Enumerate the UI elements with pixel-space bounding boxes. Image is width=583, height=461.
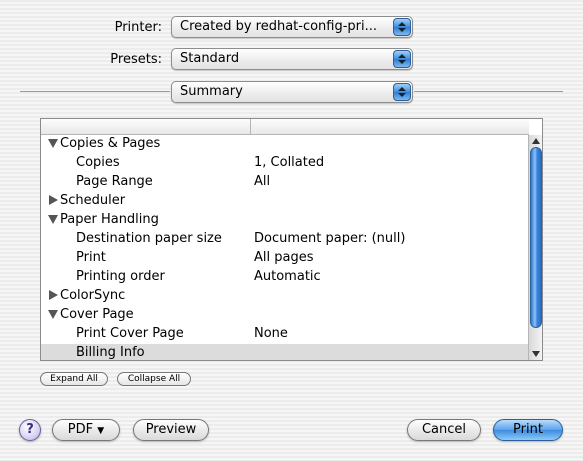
preview-button[interactable]: Preview	[133, 419, 209, 441]
outline-item-row[interactable]: Print Cover Page None	[41, 325, 529, 344]
collapse-all-button[interactable]: Collapse All	[117, 372, 191, 386]
help-button[interactable]: ?	[19, 419, 41, 441]
outline-item-row[interactable]: Print All pages	[41, 249, 529, 268]
pdf-menu-arrow-icon: ▼	[97, 426, 105, 436]
panel-popup[interactable]: Summary	[171, 81, 413, 103]
outline-setting-value: 1, Collated	[254, 155, 325, 170]
outline-setting-label: Destination paper size	[76, 231, 222, 246]
outline-item-row[interactable]: Printing order Automatic	[41, 268, 529, 287]
pdf-button[interactable]: PDF ▼	[52, 419, 120, 441]
printer-popup[interactable]: Created by redhat-config-pri...	[171, 16, 413, 38]
scroll-up-arrow-icon[interactable]	[532, 138, 540, 144]
disclosure-collapsed-icon[interactable]	[49, 290, 58, 300]
outline-setting-value: None	[254, 326, 288, 341]
scroll-down-arrow-icon[interactable]	[532, 351, 540, 357]
outline-setting-label: Billing Info	[76, 345, 145, 360]
summary-outline[interactable]: Copies & Pages Copies 1, Collated Page Rang…	[40, 118, 543, 361]
printer-label: Printer:	[114, 20, 162, 35]
outline-setting-label: Printing order	[76, 269, 165, 284]
outline-item-row[interactable]: Copies 1, Collated	[41, 154, 529, 173]
outline-setting-label: Paper Handling	[60, 212, 159, 227]
disclosure-collapsed-icon[interactable]	[49, 195, 58, 205]
outline-group-row[interactable]: Cover Page	[41, 306, 529, 325]
outline-item-row[interactable]: Page Range All	[41, 173, 529, 192]
outline-group-row[interactable]: Scheduler	[41, 192, 529, 211]
popup-arrows-icon	[393, 18, 411, 36]
popup-arrows-icon	[393, 83, 411, 101]
column-header-value[interactable]	[251, 119, 529, 135]
outline-setting-value: All	[254, 174, 271, 189]
outline-setting-label: Scheduler	[60, 193, 126, 208]
disclosure-expanded-icon[interactable]	[48, 139, 58, 148]
outline-setting-label: Print	[76, 250, 106, 265]
cancel-button[interactable]: Cancel	[407, 419, 481, 441]
separator-left	[20, 91, 170, 92]
outline-setting-label: ColorSync	[60, 288, 126, 303]
outline-setting-label: Page Range	[76, 174, 153, 189]
presets-popup[interactable]: Standard	[171, 48, 413, 70]
pdf-label: PDF	[67, 422, 94, 437]
outline-group-row[interactable]: Paper Handling	[41, 211, 529, 230]
outline-item-row[interactable]: Destination paper size Document paper: (n…	[41, 230, 529, 249]
outline-setting-value: Document paper: (null)	[254, 231, 406, 246]
panel-value: Summary	[180, 84, 243, 99]
outline-item-row[interactable]: Billing Info	[41, 344, 529, 360]
outline-setting-value: All pages	[254, 250, 314, 265]
vertical-scrollbar[interactable]	[528, 135, 542, 360]
presets-label: Presets:	[110, 52, 162, 67]
print-button[interactable]: Print	[493, 419, 563, 441]
outline-setting-value: Automatic	[254, 269, 321, 284]
outline-group-row[interactable]: ColorSync	[41, 287, 529, 306]
printer-value: Created by redhat-config-pri...	[180, 19, 378, 34]
column-header-setting[interactable]	[41, 119, 251, 135]
outline-group-row[interactable]: Copies & Pages	[41, 135, 529, 154]
separator-right	[414, 91, 563, 92]
disclosure-expanded-icon[interactable]	[48, 215, 58, 224]
outline-setting-label: Copies & Pages	[60, 136, 161, 151]
outline-setting-label: Print Cover Page	[76, 326, 184, 341]
disclosure-expanded-icon[interactable]	[48, 310, 58, 319]
outline-setting-label: Copies	[76, 155, 120, 170]
expand-all-button[interactable]: Expand All	[40, 372, 108, 386]
outline-setting-label: Cover Page	[60, 307, 134, 322]
presets-value: Standard	[180, 51, 240, 66]
popup-arrows-icon	[393, 50, 411, 68]
scrollbar-thumb[interactable]	[530, 147, 542, 328]
